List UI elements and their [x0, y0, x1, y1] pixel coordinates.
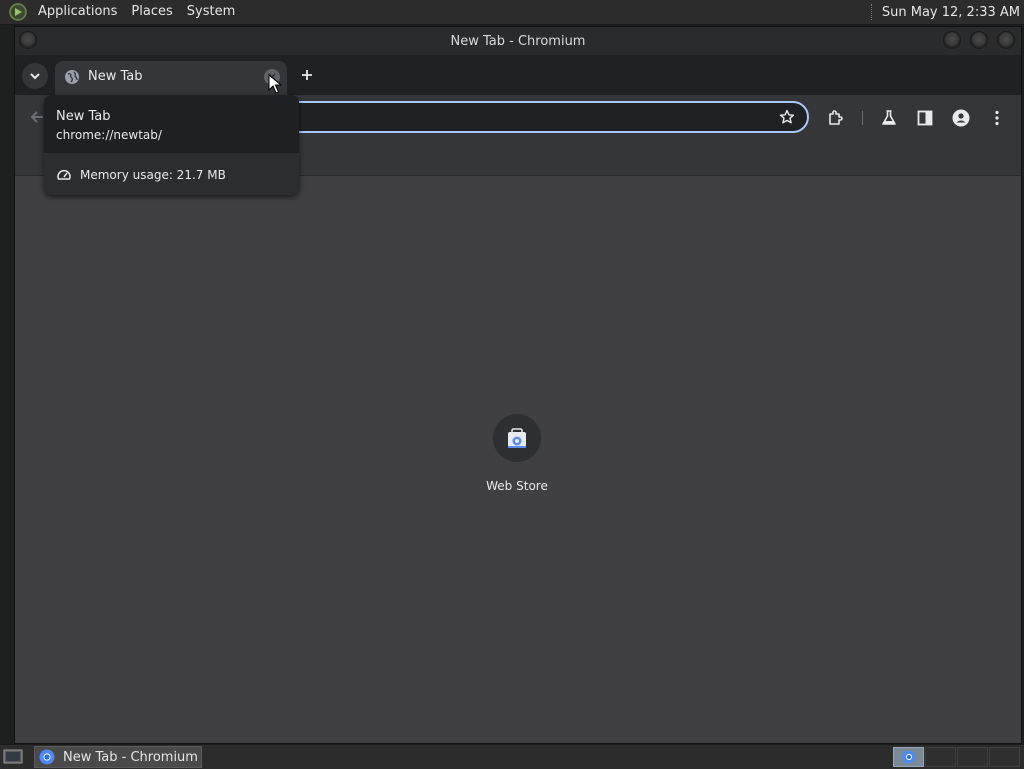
- chevron-down-icon: [30, 73, 40, 80]
- new-tab-page: Web Store: [15, 176, 1021, 743]
- memory-gauge-icon: [57, 169, 71, 180]
- address-input[interactable]: [275, 107, 739, 129]
- extensions-puzzle-icon[interactable]: [827, 109, 845, 127]
- globe-icon: [65, 70, 79, 84]
- tab-search-button[interactable]: [22, 63, 48, 89]
- window-titlebar[interactable]: New Tab - Chromium: [15, 27, 1021, 55]
- mouse-cursor-icon: [268, 74, 282, 94]
- taskbar-item-label: New Tab - Chromium: [63, 749, 198, 765]
- side-panel-icon[interactable]: [916, 109, 934, 127]
- toolbar-separator: [862, 111, 863, 125]
- shortcut-label: Web Store: [486, 479, 548, 493]
- hover-card-memory: Memory usage: 21.7 MB: [80, 168, 226, 182]
- labs-flask-icon[interactable]: [880, 109, 898, 127]
- system-menu[interactable]: System: [180, 0, 242, 24]
- taskbar-item-chromium[interactable]: New Tab - Chromium: [34, 746, 202, 768]
- clock[interactable]: Sun May 12, 2:33 AM: [882, 5, 1020, 20]
- address-bar[interactable]: [265, 101, 809, 133]
- workspace-1[interactable]: [893, 747, 924, 767]
- top-panel: Applications Places System Sun May 12, 2…: [0, 0, 1024, 25]
- hover-card-header: [44, 95, 299, 153]
- shortcut-tile[interactable]: [493, 414, 541, 462]
- hover-card-url: chrome://newtab/: [56, 128, 162, 142]
- tab-hover-card: New Tab chrome://newtab/ Memory usage: 2…: [44, 95, 299, 195]
- profile-avatar-icon[interactable]: [952, 109, 970, 127]
- plus-icon: [302, 70, 312, 80]
- panel-separator: [870, 4, 874, 20]
- places-menu[interactable]: Places: [124, 0, 179, 24]
- distro-logo-icon[interactable]: [9, 3, 27, 21]
- applications-menu[interactable]: Applications: [31, 0, 124, 24]
- window-title: New Tab - Chromium: [450, 33, 586, 49]
- tab-new-tab[interactable]: New Tab: [55, 61, 287, 95]
- tab-strip: New Tab: [15, 55, 1021, 95]
- bottom-panel: New Tab - Chromium: [0, 744, 1024, 769]
- new-tab-button[interactable]: [297, 65, 317, 85]
- shortcut-web-store[interactable]: Web Store: [477, 414, 557, 504]
- close-window-button[interactable]: [997, 31, 1015, 49]
- workspace-4[interactable]: [989, 747, 1020, 767]
- show-desktop-icon[interactable]: [3, 748, 23, 766]
- chromium-icon: [39, 749, 55, 765]
- tab-title: New Tab: [88, 69, 143, 84]
- web-store-icon: [508, 428, 526, 448]
- workspace-2[interactable]: [925, 747, 956, 767]
- hover-card-title: New Tab: [56, 109, 111, 124]
- more-vertical-icon[interactable]: [988, 109, 1006, 127]
- workspace-3[interactable]: [957, 747, 988, 767]
- window-menu-button[interactable]: [19, 31, 37, 49]
- maximize-button[interactable]: [970, 31, 988, 49]
- chromium-icon: [902, 750, 916, 764]
- bookmark-star-icon[interactable]: [779, 109, 795, 125]
- minimize-button[interactable]: [943, 31, 961, 49]
